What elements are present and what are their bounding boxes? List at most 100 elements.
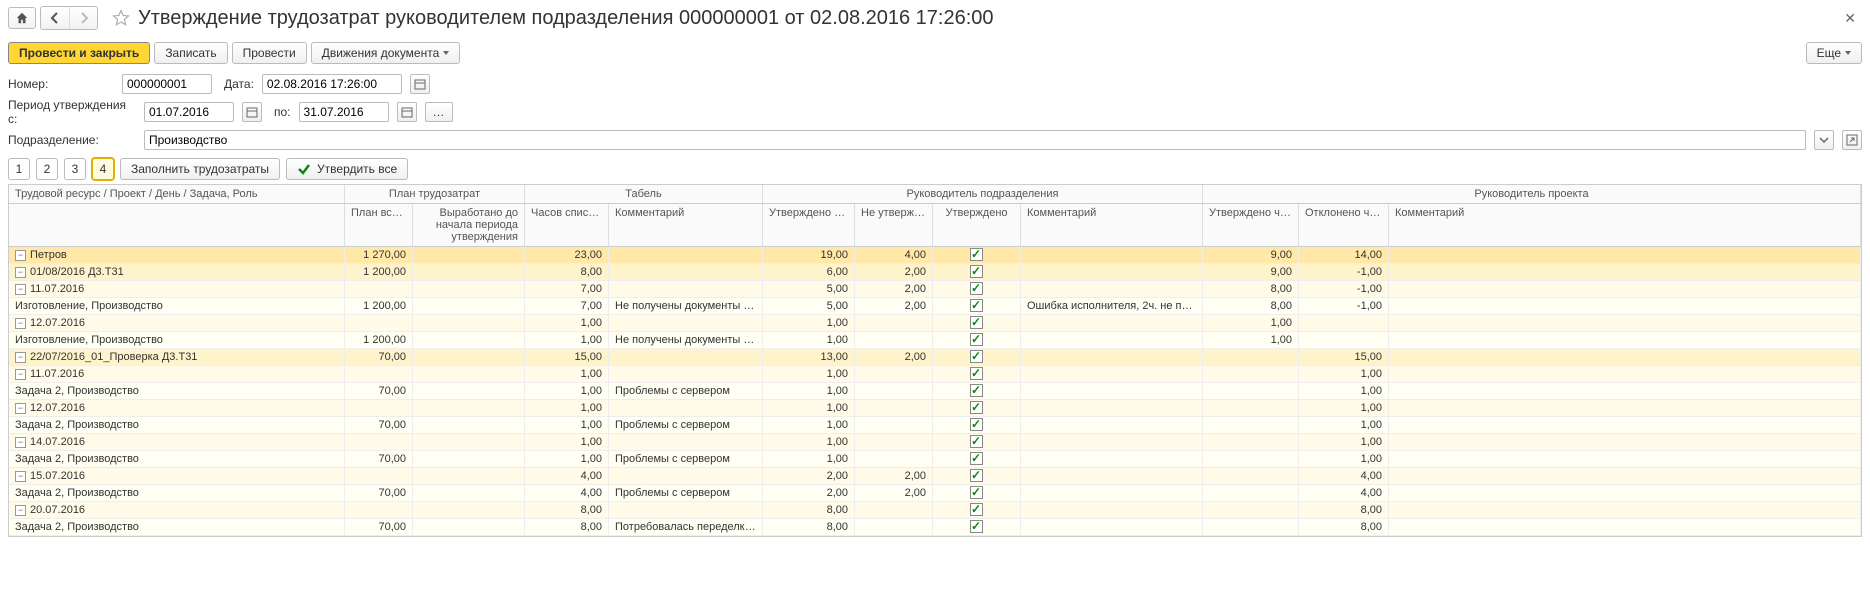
tab-1[interactable]: 1 bbox=[8, 158, 30, 180]
dept-open-button[interactable] bbox=[1842, 130, 1862, 150]
expand-toggle[interactable]: − bbox=[15, 284, 26, 295]
post-and-close-button[interactable]: Провести и закрыть bbox=[8, 42, 150, 64]
approved-checkbox[interactable] bbox=[970, 265, 983, 278]
approved-checkbox[interactable] bbox=[970, 469, 983, 482]
approved-checkbox[interactable] bbox=[970, 299, 983, 312]
nav-back-button[interactable] bbox=[41, 7, 69, 29]
close-button[interactable]: ✕ bbox=[1838, 10, 1862, 27]
approved-checkbox[interactable] bbox=[970, 333, 983, 346]
grid-header: Трудовой ресурс / Проект / День / Задача… bbox=[9, 185, 1861, 247]
approved-checkbox[interactable] bbox=[970, 486, 983, 499]
expand-toggle[interactable]: − bbox=[15, 267, 26, 278]
table-row[interactable]: −12.07.20161,001,001,00 bbox=[9, 315, 1861, 332]
table-row[interactable]: −14.07.20161,001,001,00 bbox=[9, 434, 1861, 451]
grid-body: −Петров1 270,0023,0019,004,009,0014,00−0… bbox=[9, 247, 1861, 536]
approved-checkbox[interactable] bbox=[970, 401, 983, 414]
tree-cell: −12.07.2016 bbox=[9, 400, 345, 416]
table-row[interactable]: Задача 2, Производство70,008,00Потребова… bbox=[9, 519, 1861, 536]
col-pm-rejected: Отклонено часов bbox=[1299, 204, 1389, 246]
approved-checkbox[interactable] bbox=[970, 384, 983, 397]
dept-select-button[interactable] bbox=[1814, 130, 1834, 150]
expand-toggle[interactable]: − bbox=[15, 352, 26, 363]
period-select-button[interactable]: … bbox=[425, 102, 453, 122]
dept-input[interactable] bbox=[144, 130, 1806, 150]
row-label: 01/08/2016 Д3.Т31 bbox=[30, 265, 124, 280]
row-label: Задача 2, Производство bbox=[15, 452, 139, 467]
period-to-picker-button[interactable] bbox=[397, 102, 417, 122]
home-icon bbox=[15, 11, 29, 25]
tree-cell: −11.07.2016 bbox=[9, 281, 345, 297]
col-rp-not: Не утверждено bbox=[855, 204, 933, 246]
tree-cell: −01/08/2016 Д3.Т31 bbox=[9, 264, 345, 280]
table-row[interactable]: Задача 2, Производство70,001,00Проблемы … bbox=[9, 417, 1861, 434]
table-row[interactable]: −12.07.20161,001,001,00 bbox=[9, 400, 1861, 417]
row-label: 12.07.2016 bbox=[30, 401, 85, 416]
col-tab-comment: Комментарий bbox=[609, 204, 763, 246]
approve-all-button[interactable]: Утвердить все bbox=[286, 158, 408, 180]
col-plan-done: Выработано до начала периода утверждения bbox=[413, 204, 525, 246]
number-input[interactable] bbox=[122, 74, 212, 94]
table-row[interactable]: Задача 2, Производство70,001,00Проблемы … bbox=[9, 383, 1861, 400]
period-to-input[interactable] bbox=[299, 102, 389, 122]
table-row[interactable]: −11.07.20167,005,002,008,00-1,00 bbox=[9, 281, 1861, 298]
tree-cell: −12.07.2016 bbox=[9, 315, 345, 331]
table-row[interactable]: Изготовление, Производство1 200,007,00Не… bbox=[9, 298, 1861, 315]
number-date-row: Номер: Дата: bbox=[0, 72, 1870, 96]
expand-toggle[interactable]: − bbox=[15, 505, 26, 516]
table-row[interactable]: −15.07.20164,002,002,004,00 bbox=[9, 468, 1861, 485]
document-moves-button[interactable]: Движения документа bbox=[311, 42, 461, 64]
approved-checkbox[interactable] bbox=[970, 367, 983, 380]
table-row[interactable]: −01/08/2016 Д3.Т311 200,008,006,002,009,… bbox=[9, 264, 1861, 281]
favorite-star-icon[interactable] bbox=[110, 7, 132, 29]
more-button[interactable]: Еще bbox=[1806, 42, 1862, 64]
expand-toggle[interactable]: − bbox=[15, 250, 26, 261]
approved-checkbox[interactable] bbox=[970, 435, 983, 448]
approved-checkbox[interactable] bbox=[970, 503, 983, 516]
approved-checkbox[interactable] bbox=[970, 350, 983, 363]
tab-3[interactable]: 3 bbox=[64, 158, 86, 180]
date-picker-button[interactable] bbox=[410, 74, 430, 94]
fill-labor-button[interactable]: Заполнить трудозатраты bbox=[120, 158, 280, 180]
approve-all-label: Утвердить все bbox=[317, 162, 397, 176]
home-button[interactable] bbox=[8, 7, 36, 29]
row-label: 12.07.2016 bbox=[30, 316, 85, 331]
table-row[interactable]: −11.07.20161,001,001,00 bbox=[9, 366, 1861, 383]
nav-forward-button[interactable] bbox=[69, 7, 97, 29]
period-from-picker-button[interactable] bbox=[242, 102, 262, 122]
tab-2[interactable]: 2 bbox=[36, 158, 58, 180]
table-row[interactable]: −Петров1 270,0023,0019,004,009,0014,00 bbox=[9, 247, 1861, 264]
tree-cell: −11.07.2016 bbox=[9, 366, 345, 382]
table-row[interactable]: Изготовление, Производство1 200,001,00Не… bbox=[9, 332, 1861, 349]
number-label: Номер: bbox=[8, 77, 116, 91]
table-row[interactable]: Задача 2, Производство70,001,00Проблемы … bbox=[9, 451, 1861, 468]
col-rp-comment: Комментарий bbox=[1021, 204, 1203, 246]
post-button[interactable]: Провести bbox=[232, 42, 307, 64]
date-input[interactable] bbox=[262, 74, 402, 94]
expand-toggle[interactable]: − bbox=[15, 437, 26, 448]
arrow-left-icon bbox=[49, 12, 61, 24]
approved-checkbox[interactable] bbox=[970, 418, 983, 431]
expand-toggle[interactable]: − bbox=[15, 403, 26, 414]
period-from-input[interactable] bbox=[144, 102, 234, 122]
dept-label: Подразделение: bbox=[8, 133, 138, 147]
tree-cell: −20.07.2016 bbox=[9, 502, 345, 518]
write-button[interactable]: Записать bbox=[154, 42, 227, 64]
col-group-plan: План трудозатрат bbox=[345, 185, 525, 203]
period-to-label: по: bbox=[274, 105, 291, 119]
approved-checkbox[interactable] bbox=[970, 282, 983, 295]
approved-checkbox[interactable] bbox=[970, 316, 983, 329]
col-pm-comment: Комментарий bbox=[1389, 204, 1861, 246]
table-row[interactable]: −20.07.20168,008,008,00 bbox=[9, 502, 1861, 519]
expand-toggle[interactable]: − bbox=[15, 369, 26, 380]
expand-toggle[interactable]: − bbox=[15, 318, 26, 329]
tab-4[interactable]: 4 bbox=[92, 158, 114, 180]
tree-cell: Задача 2, Производство bbox=[9, 451, 345, 467]
table-row[interactable]: −22/07/2016_01_Проверка Д3.Т3170,0015,00… bbox=[9, 349, 1861, 366]
approved-checkbox[interactable] bbox=[970, 452, 983, 465]
table-row[interactable]: Задача 2, Производство70,004,00Проблемы … bbox=[9, 485, 1861, 502]
approved-checkbox[interactable] bbox=[970, 248, 983, 261]
tree-cell: Задача 2, Производство bbox=[9, 519, 345, 535]
expand-toggle[interactable]: − bbox=[15, 471, 26, 482]
approved-checkbox[interactable] bbox=[970, 520, 983, 533]
check-green-icon bbox=[297, 162, 311, 176]
